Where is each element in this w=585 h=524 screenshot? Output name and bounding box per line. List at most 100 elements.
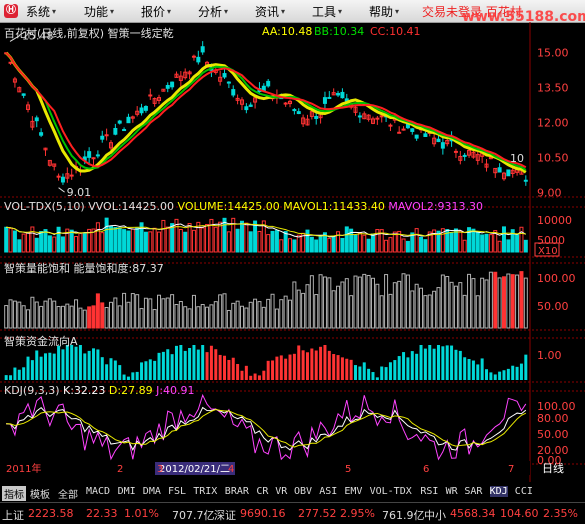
tab-dma[interactable]: DMA — [143, 486, 161, 497]
volume-bar — [104, 217, 109, 253]
energy-bar — [39, 305, 44, 329]
capital-bar — [314, 350, 318, 380]
energy-bar — [82, 309, 87, 329]
capital-bar — [240, 370, 244, 380]
volume-bar — [296, 234, 301, 253]
tab-dmi[interactable]: DMI — [118, 486, 136, 497]
energy-bar — [130, 293, 135, 329]
tab-wr[interactable]: WR — [446, 486, 458, 497]
menu-function[interactable]: 功能 ▾ — [84, 3, 114, 20]
energy-bar — [419, 287, 424, 329]
candle-body — [148, 94, 153, 97]
capital-bar — [43, 353, 47, 380]
volume-bar — [288, 238, 293, 253]
candle-body — [397, 131, 402, 134]
capital-bar — [489, 372, 493, 380]
energy-bar — [253, 298, 258, 329]
capital-bar — [52, 353, 56, 380]
capital-bar — [393, 360, 397, 380]
candle-body — [91, 157, 96, 160]
tab-vol-tdx[interactable]: VOL-TDX — [370, 486, 412, 497]
energy-bar — [357, 276, 362, 329]
menu-news[interactable]: 资讯 ▾ — [255, 3, 285, 20]
status-bar: 上证 2223.58 22.33 1.01% 707.7亿 深证 9690.16… — [0, 502, 585, 524]
timeline-label: 6 — [423, 464, 429, 475]
energy-bar — [52, 300, 57, 329]
app-logo-icon[interactable]: Ⓗ — [4, 4, 18, 18]
zx-index-name: 中小 — [424, 509, 446, 522]
candle-body — [104, 134, 109, 137]
kdj-d-value: D:27.89 — [108, 384, 153, 397]
candle-body — [165, 84, 170, 89]
timeline-label: 2 — [117, 464, 123, 475]
energy-bar — [301, 292, 306, 329]
volume-header: VOL-TDX(5,10) VVOL:14425.00 VOLUME:14425… — [4, 200, 483, 213]
tab-sar[interactable]: SAR — [464, 486, 482, 497]
sh-index-name: 上证 — [2, 509, 24, 522]
capital-bar — [87, 350, 91, 380]
chart-canvas[interactable]: 15.0013.5012.0010.509.00100005000X10100.… — [0, 22, 585, 482]
energy-bar — [60, 305, 65, 329]
tab-rsi[interactable]: RSI — [420, 486, 438, 497]
chevron-down-icon: ▾ — [224, 7, 229, 16]
energy-bar — [449, 281, 454, 329]
bb-value: BB:10.34 — [314, 25, 365, 38]
tab-模板[interactable]: 模板 — [30, 486, 50, 501]
candle-body — [327, 96, 332, 99]
chevron-down-icon: ▾ — [338, 7, 343, 16]
volume-bar — [200, 227, 205, 253]
capital-bar — [275, 356, 279, 380]
volume-bar — [130, 228, 135, 253]
candle-body — [39, 132, 44, 136]
menu-quote[interactable]: 报价 ▾ — [141, 3, 171, 20]
capital-bar — [174, 345, 178, 380]
main-y-tick: 12.00 — [537, 116, 569, 129]
menu-help[interactable]: 帮助 ▾ — [369, 3, 399, 20]
volume-bar — [458, 230, 463, 253]
tab-cr[interactable]: CR — [256, 486, 268, 497]
candle-body — [8, 61, 13, 64]
menu-system[interactable]: 系统 ▾ — [26, 3, 56, 20]
volume-bar — [248, 231, 253, 253]
energy-bar — [196, 306, 201, 329]
tab-指标[interactable]: 指标 — [2, 486, 26, 501]
volume-bar — [353, 234, 358, 253]
tab-emv[interactable]: EMV — [344, 486, 362, 497]
menu-analysis[interactable]: 分析 ▾ — [198, 3, 228, 20]
tab-obv[interactable]: OBV — [294, 486, 312, 497]
tab-trix[interactable]: TRIX — [193, 486, 217, 497]
capital-bar — [340, 357, 344, 380]
capital-bar — [384, 367, 388, 380]
volume-bar — [318, 235, 323, 253]
energy-bar — [501, 276, 506, 329]
capital-bar — [183, 350, 187, 380]
tab-fsl[interactable]: FSL — [168, 486, 186, 497]
energy-bar — [467, 273, 472, 329]
tab-macd[interactable]: MACD — [86, 486, 110, 497]
volume-bar — [122, 229, 127, 253]
capital-bar — [166, 349, 170, 380]
volume-bar — [213, 226, 218, 253]
capital-bar — [476, 364, 480, 380]
sh-index-amount: 707.7亿 — [172, 509, 215, 522]
energy-bar — [17, 301, 22, 329]
moving-averages — [5, 51, 527, 174]
timeline-label: 2012/02/21/二 — [159, 464, 230, 475]
capital-y-tick: 1.00 — [537, 349, 562, 362]
tab-vr[interactable]: VR — [275, 486, 287, 497]
volume-bar — [148, 231, 153, 253]
menu-tools[interactable]: 工具 ▾ — [312, 3, 342, 20]
tab-全部[interactable]: 全部 — [58, 486, 78, 501]
tab-kdj[interactable]: KDJ — [489, 486, 508, 497]
capital-bar — [515, 366, 519, 380]
tab-cci[interactable]: CCI — [515, 486, 533, 497]
capital-bar — [362, 362, 366, 380]
capital-bar — [410, 351, 414, 380]
tab-brar[interactable]: BRAR — [225, 486, 249, 497]
menu-system-label: 系统 — [26, 5, 51, 19]
capital-bar — [65, 345, 69, 380]
energy-bar — [257, 301, 262, 329]
tab-asi[interactable]: ASI — [319, 486, 337, 497]
capital-bar — [157, 352, 161, 380]
volume-bar — [388, 237, 393, 253]
